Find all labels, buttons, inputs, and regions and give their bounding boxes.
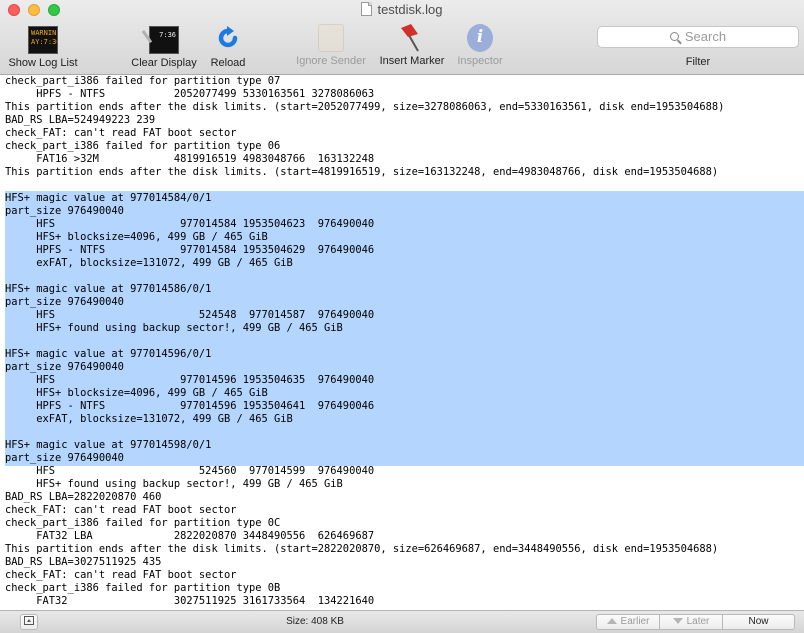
- log-line: HFS 977014584 1953504623 976490040: [5, 218, 375, 230]
- log-line: HFS 524548 977014587 976490040: [5, 309, 375, 321]
- log-line: check_part_i386 failed for partition typ…: [5, 140, 281, 152]
- log-line: HPFS - NTFS 977014596 1953504641 9764900…: [5, 400, 375, 412]
- log-line: HFS+ found using backup sector!, 499 GB …: [5, 322, 343, 334]
- log-line: This partition ends after the disk limit…: [5, 166, 719, 178]
- inspector-label: Inspector: [457, 55, 503, 67]
- log-line: HFS+ found using backup sector!, 499 GB …: [5, 478, 343, 490]
- log-line: FAT16 >32M 4819916519 4983048766 1631322…: [5, 153, 375, 165]
- log-line: exFAT, blocksize=131072, 499 GB / 465 Gi…: [5, 257, 293, 269]
- filter-label: Filter: [685, 56, 711, 68]
- log-line: FAT32 LBA 2822020870 3448490556 62646968…: [5, 530, 375, 542]
- log-line: part_size 976490040: [5, 361, 124, 373]
- show-log-list-button[interactable]: WARNIN AY:7:36 Show Log List: [4, 24, 82, 69]
- search-icon: [669, 32, 679, 41]
- window-title: testdisk.log: [377, 2, 443, 17]
- broom-icon: [141, 20, 166, 44]
- log-line: HFS+ magic value at 977014596/0/1: [5, 348, 212, 360]
- log-line: part_size 976490040: [5, 296, 124, 308]
- ignore-sender-icon: [318, 24, 344, 52]
- clear-display-label: Clear Display: [131, 57, 197, 69]
- search-input[interactable]: Search: [597, 26, 799, 48]
- window-title-bar: testdisk.log: [0, 2, 804, 17]
- log-line: HFS 977014596 1953504635 976490040: [5, 374, 375, 386]
- down-arrow-icon: [672, 618, 683, 624]
- search-placeholder: Search: [684, 29, 727, 44]
- log-line: BAD_RS LBA=3027511925 435: [5, 556, 162, 568]
- log-line: exFAT, blocksize=131072, 499 GB / 465 Gi…: [5, 413, 293, 425]
- log-size-label: Size: 408 KB: [286, 616, 344, 627]
- toolbar: testdisk.log WARNIN AY:7:36 Show Log Lis…: [0, 0, 804, 75]
- log-line: HFS 524560 977014599 976490040: [5, 465, 375, 477]
- log-line: check_part_i386 failed for partition typ…: [5, 517, 281, 529]
- later-label: Later: [686, 616, 710, 627]
- clear-display-icon: 7:36: [141, 20, 179, 54]
- log-line: check_part_i386 failed for partition typ…: [5, 582, 281, 594]
- log-line: BAD_RS LBA=524949223 239: [5, 114, 156, 126]
- reload-icon: [216, 26, 240, 54]
- log-line: check_part_i386 failed for partition typ…: [5, 75, 281, 87]
- console-window: testdisk.log WARNIN AY:7:36 Show Log Lis…: [0, 0, 804, 633]
- warning-log-icon: WARNIN AY:7:36: [28, 26, 58, 54]
- log-navigation: Earlier Later Now: [596, 614, 795, 630]
- log-line: HPFS - NTFS 977014584 1953504629 9764900…: [5, 244, 375, 256]
- log-content[interactable]: check_part_i386 failed for partition typ…: [0, 75, 804, 610]
- now-label: Now: [748, 616, 769, 627]
- log-line: This partition ends after the disk limit…: [5, 101, 725, 113]
- clear-display-button[interactable]: 7:36 Clear Display: [127, 20, 201, 69]
- reload-button[interactable]: Reload: [206, 24, 250, 69]
- ignore-sender-label: Ignore Sender: [296, 55, 366, 67]
- log-line: FAT32 3027511925 3161733564 134221640: [5, 595, 375, 607]
- log-line: check_FAT: can't read FAT boot sector: [5, 504, 237, 516]
- log-line: BAD_RS LBA=2822020870 460: [5, 491, 162, 503]
- log-line: part_size 976490040: [5, 205, 124, 217]
- log-line: HFS+ magic value at 977014586/0/1: [5, 283, 212, 295]
- show-log-list-label: Show Log List: [8, 57, 78, 69]
- earlier-label: Earlier: [620, 616, 650, 627]
- log-line: HFS+ magic value at 977014584/0/1: [5, 192, 212, 204]
- earlier-button[interactable]: Earlier: [597, 615, 660, 629]
- now-button[interactable]: Now: [723, 615, 794, 629]
- reload-label: Reload: [210, 57, 246, 69]
- log-line: HPFS - NTFS 2052077499 5330163561 327808…: [5, 88, 375, 100]
- log-line: check_FAT: can't read FAT boot sector: [5, 127, 237, 139]
- ignore-sender-button[interactable]: Ignore Sender: [291, 24, 371, 67]
- document-icon: [361, 2, 373, 16]
- insert-marker-button[interactable]: Insert Marker: [374, 24, 450, 67]
- status-bar: Size: 408 KB Earlier Later Now: [0, 610, 804, 633]
- log-line: HFS+ magic value at 977014598/0/1: [5, 439, 212, 451]
- log-line: part_size 976490040: [5, 452, 124, 464]
- log-line: check_FAT: can't read FAT boot sector: [5, 569, 237, 581]
- info-icon: i: [467, 24, 493, 52]
- log-line: This partition ends after the disk limit…: [5, 543, 719, 555]
- marker-pin-icon: [399, 24, 425, 52]
- inspector-button[interactable]: i Inspector: [452, 24, 508, 67]
- log-line: HFS+ blocksize=4096, 499 GB / 465 GiB: [5, 231, 268, 243]
- log-line: HFS+ blocksize=4096, 499 GB / 465 GiB: [5, 387, 268, 399]
- up-arrow-icon: [606, 618, 617, 624]
- insert-marker-label: Insert Marker: [379, 55, 445, 67]
- later-button[interactable]: Later: [660, 615, 723, 629]
